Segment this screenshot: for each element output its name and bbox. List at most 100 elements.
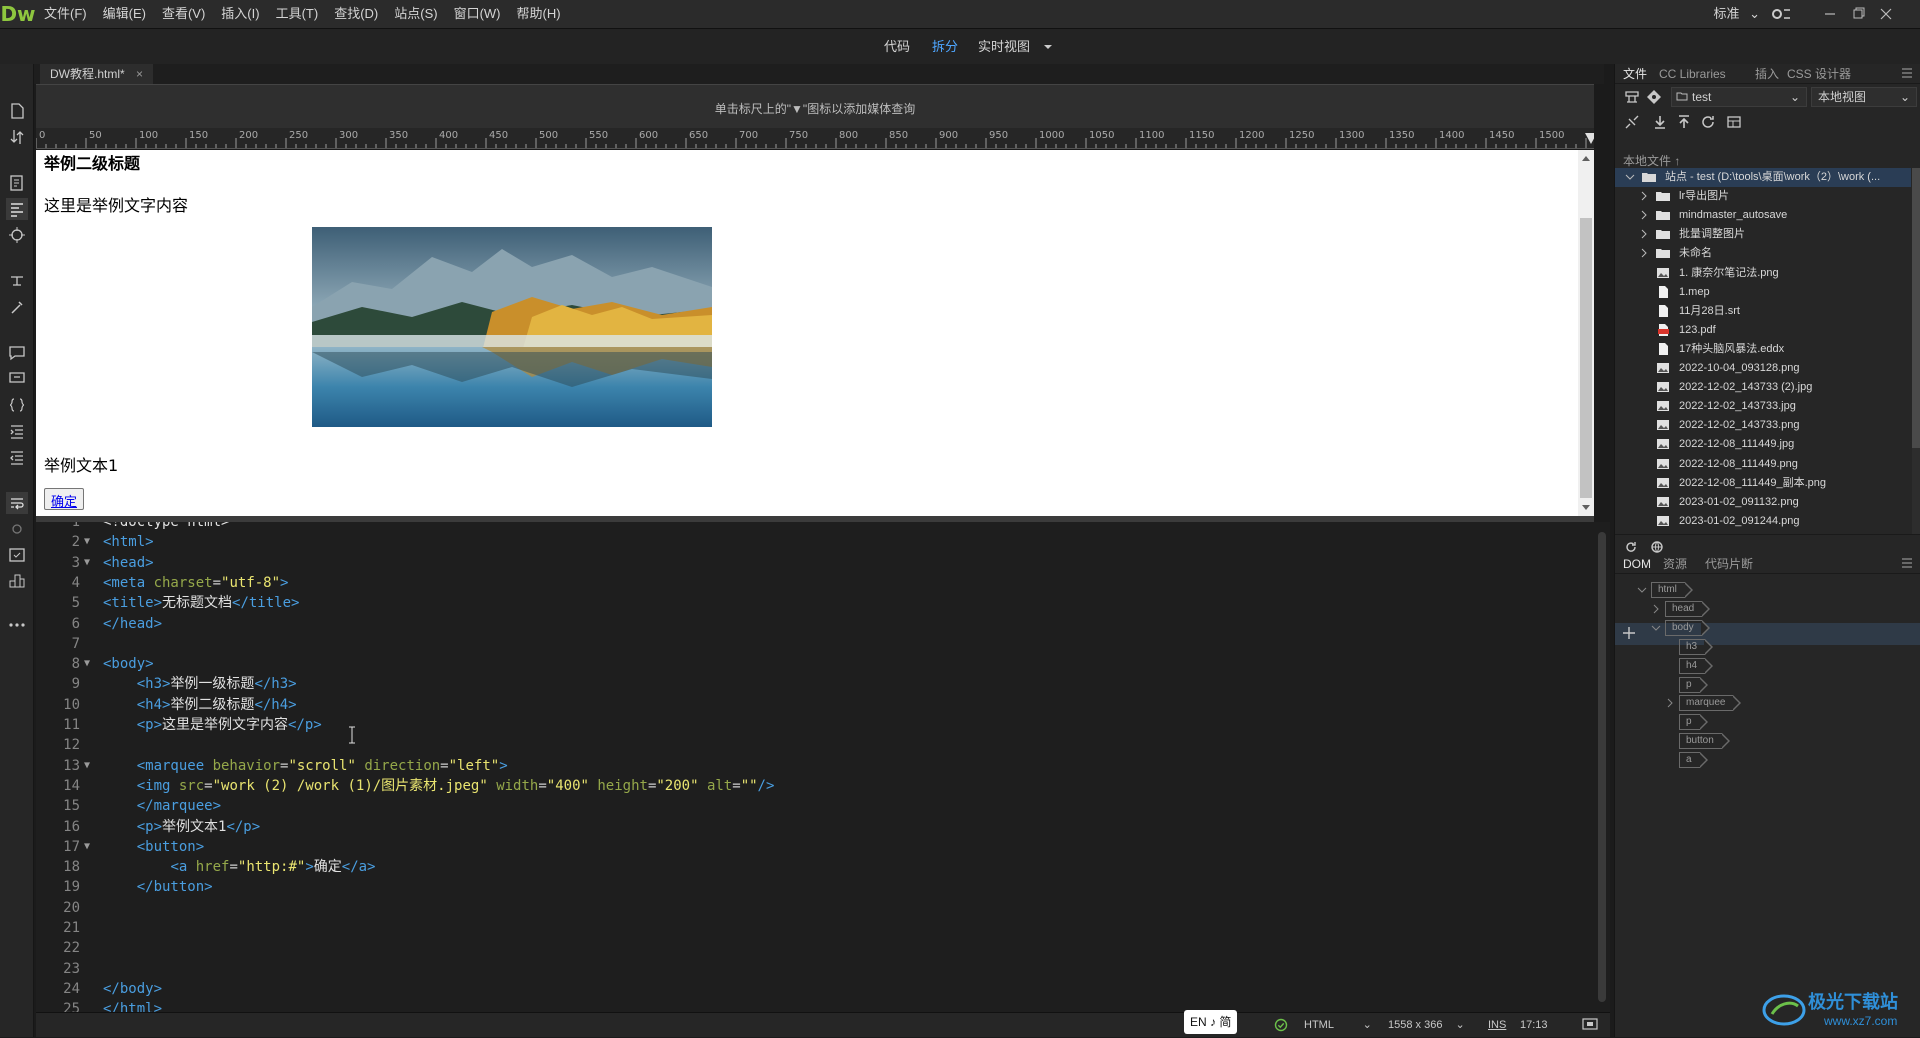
live-view-scrollbar[interactable] [1578,150,1594,516]
preview-button-link[interactable]: 确定 [51,494,77,509]
dom-node[interactable]: h4 [1679,657,1714,674]
app-logo[interactable]: Dw [0,0,36,28]
fold-toggle-icon[interactable]: ▼ [84,756,90,776]
code-line[interactable]: 15 </marquee> [36,796,1576,816]
dom-node[interactable]: head [1665,600,1711,617]
tab-snippets[interactable]: 代码片断 [1705,554,1753,574]
code-view-button[interactable]: 代码 [884,29,910,65]
language-select[interactable]: HTML ⌄ [1304,1013,1372,1038]
disconnect-icon[interactable] [1623,113,1641,131]
code-line[interactable]: 18 <a href="http:#">确定</a> [36,857,1576,877]
file-row[interactable]: 2023-01-02_091132.png [1615,493,1911,512]
code-line[interactable]: 13 ▼ <marquee behavior = "scroll" direction… [36,756,1576,776]
sync-settings-icon[interactable] [1766,0,1794,28]
file-row[interactable]: 17种头脑风暴法.eddx [1615,340,1911,359]
code-line[interactable]: 1 <!doctype html> [36,522,1576,532]
wrap-tag-icon[interactable] [6,368,28,390]
code-line[interactable]: 7 [36,634,1576,654]
code-line[interactable]: 5 <title>无标题文档</title> [36,593,1576,613]
site-root-row[interactable]: 站点 - test (D:\tools\桌面\work（2）\work (... [1615,168,1911,187]
menu-find[interactable]: 查找(D) [326,0,386,28]
open-documents-icon[interactable] [6,100,28,122]
menu-help[interactable]: 帮助(H) [509,0,569,28]
file-row[interactable]: 2022-12-02_143733 (2).jpg [1615,378,1911,397]
live-code-icon[interactable] [6,172,28,194]
target-icon[interactable] [6,224,28,246]
file-row[interactable]: 2022-12-08_111449.png [1615,455,1911,474]
file-row[interactable]: 1. 康奈尔笔记法.png [1615,264,1911,283]
file-row[interactable]: 2022-12-08_111449_副本.png [1615,474,1911,493]
folder-row[interactable]: mindmaster_autosave [1615,206,1911,225]
code-line[interactable]: 21 [36,918,1576,938]
menu-site[interactable]: 站点(S) [386,0,445,28]
dom-panel-menu-icon[interactable] [1901,558,1913,568]
live-view-scrollbar-thumb[interactable] [1580,218,1592,498]
site-select[interactable]: test ⌄ [1671,87,1807,107]
code-line[interactable]: 14 <img src="work (2) /work (1)/图片素材.jpe… [36,776,1576,796]
chevron-right-icon[interactable] [1639,225,1649,244]
view-select[interactable]: 本地视图 ⌄ [1811,87,1917,107]
code-line[interactable]: 10 <h4>举例二级标题</h4> [36,695,1576,715]
code-line[interactable]: 2 ▼ <html> [36,532,1576,552]
inspect-icon[interactable] [6,198,28,220]
code-line[interactable]: 23 [36,959,1576,979]
minimize-icon[interactable] [1816,0,1844,28]
file-row[interactable]: 11月28日.srt [1615,302,1911,321]
folder-row[interactable]: 未命名 [1615,244,1911,263]
live-view[interactable]: 举例二级标题 这里是举例文字内容 举例文本1 确定 [36,150,1594,516]
folder-row[interactable]: 批量调整图片 [1615,225,1911,244]
dom-node[interactable]: a [1679,752,1707,769]
format-icon[interactable] [6,518,28,540]
expand-panel-icon[interactable] [1725,113,1743,131]
code-line[interactable]: 4 <meta charset="utf-8"> [36,573,1576,593]
code-line[interactable]: 3 ▼ <head> [36,553,1576,573]
media-query-bar[interactable]: 单击标尺上的"▼"图标以添加媒体查询 [36,84,1594,128]
more-icon[interactable] [6,614,28,636]
window-size-select[interactable]: 1558 x 366 ⌄ [1388,1013,1465,1038]
file-row[interactable]: 123.pdf [1615,321,1911,340]
chevron-down-icon[interactable] [1651,621,1661,635]
menu-tools[interactable]: 工具(T) [268,0,327,28]
structure-icon[interactable] [6,570,28,592]
code-line[interactable]: 17 ▼ <button> [36,837,1576,857]
dom-node[interactable]: body [1665,619,1710,636]
indent-icon[interactable] [6,420,28,442]
folder-row[interactable]: lr导出图片 [1615,187,1911,206]
insert-mode[interactable]: INS [1488,1013,1506,1038]
code-line[interactable]: 22 [36,938,1576,958]
outdent-icon[interactable] [6,446,28,468]
document-tab[interactable]: DW教程.html* × [40,64,154,84]
file-row[interactable]: 2023-01-02_091244.png [1615,512,1911,531]
preview-button[interactable]: 确定 [44,488,85,510]
fold-toggle-icon[interactable]: ▼ [84,654,90,674]
chevron-right-icon[interactable] [1639,244,1649,263]
code-scrollbar[interactable] [1598,532,1606,1002]
put-files-icon[interactable] [1675,113,1693,131]
preview-device-icon[interactable] [1582,1018,1598,1032]
file-management-icon[interactable] [6,126,28,148]
braces-icon[interactable] [6,394,28,416]
files-header[interactable]: 本地文件 ↑ [1623,152,1680,169]
code-line[interactable]: 8 ▼ <body> [36,654,1576,674]
tab-files[interactable]: 文件 [1623,64,1647,84]
code-line[interactable]: 20 [36,898,1576,918]
comment-icon[interactable] [6,342,28,364]
ruler[interactable]: 0 50 100 150 200 250 300 350 400 450 500 550 600 650 7… [36,128,1594,149]
chevron-right-icon[interactable] [1665,696,1675,710]
menu-edit[interactable]: 编辑(E) [95,0,154,28]
fold-toggle-icon[interactable]: ▼ [84,553,90,573]
code-editor[interactable]: 1 <!doctype html> 2 ▼ <html> 3 ▼ <head> 4 <meta c… [36,522,1610,1012]
tab-assets[interactable]: 资源 [1663,554,1687,574]
menu-insert[interactable]: 插入(I) [213,0,267,28]
chevron-right-icon[interactable] [1639,187,1649,206]
file-row[interactable]: 2022-12-08_111449.jpg [1615,435,1911,454]
workspace-select[interactable]: 标准 ⌄ [1713,0,1760,28]
tab-css-designer[interactable]: CSS 设计器 [1787,64,1851,84]
code-line[interactable]: 19 </button> [36,877,1576,897]
word-wrap-icon[interactable] [6,492,28,514]
fold-toggle-icon[interactable]: ▼ [84,837,90,857]
eyedropper-icon[interactable] [6,296,28,318]
menu-view[interactable]: 查看(V) [154,0,213,28]
dom-node[interactable]: html [1651,582,1693,598]
file-row[interactable]: 2022-10-04_093128.png [1615,359,1911,378]
